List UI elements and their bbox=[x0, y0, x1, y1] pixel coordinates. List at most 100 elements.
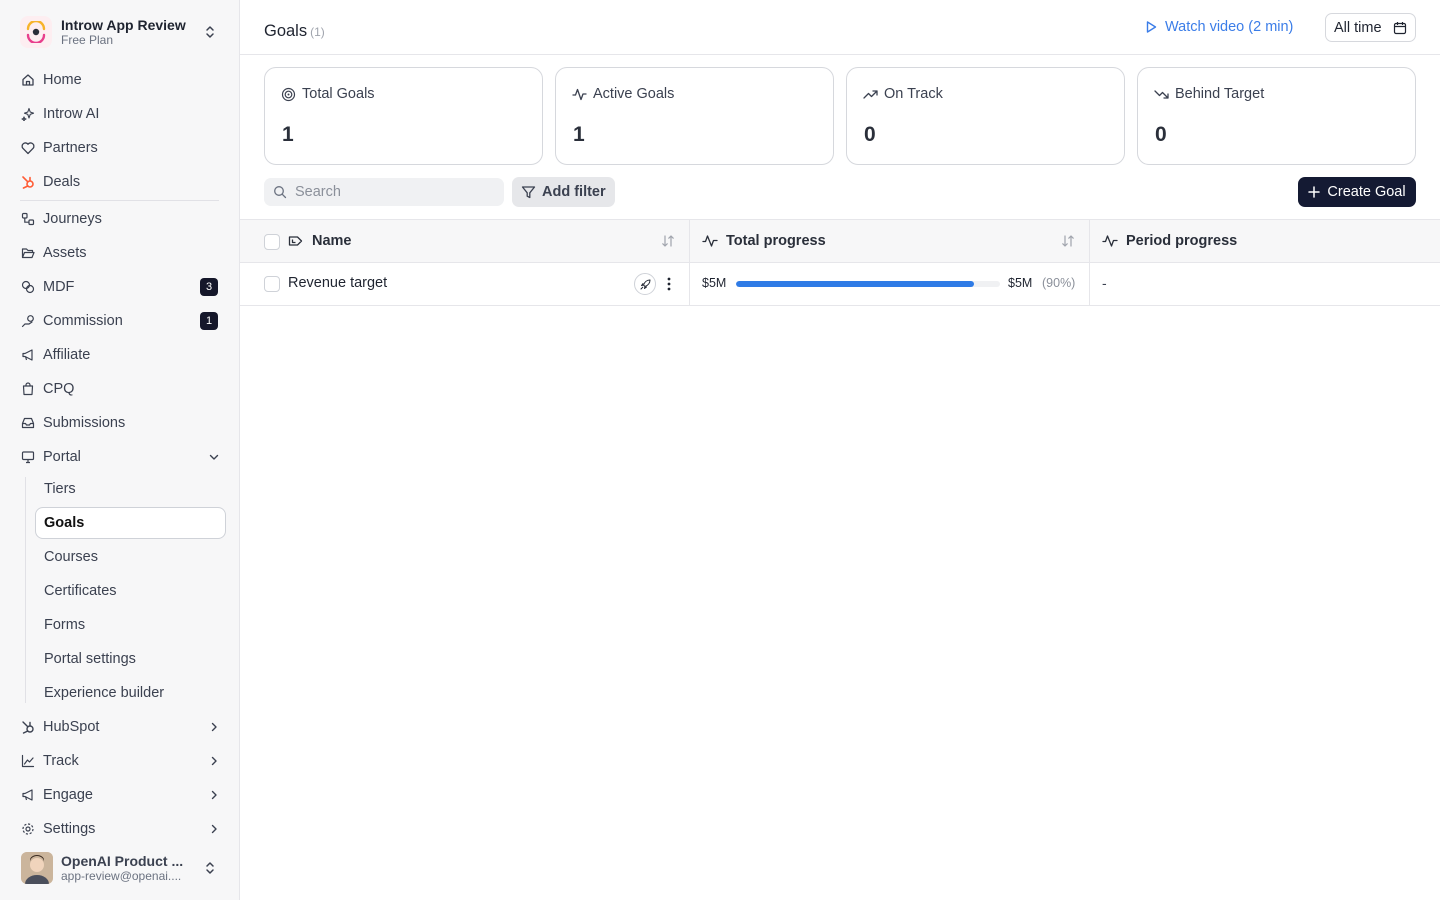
stat-card-on-track: On Track 0 bbox=[846, 67, 1125, 165]
column-separator bbox=[1089, 220, 1090, 264]
target-icon bbox=[281, 87, 296, 102]
sidebar-subitem-certificates[interactable]: Certificates bbox=[35, 575, 226, 607]
stat-label: On Track bbox=[884, 86, 943, 102]
sidebar-item-portal[interactable]: Portal bbox=[12, 442, 228, 472]
sidebar-item-deals[interactable]: Deals bbox=[12, 167, 228, 197]
sidebar-divider bbox=[20, 200, 219, 201]
stat-label: Active Goals bbox=[593, 86, 675, 102]
chevrons-up-down-icon bbox=[198, 20, 222, 44]
submenu-guide-line bbox=[25, 477, 26, 703]
goals-count: (1) bbox=[310, 25, 325, 39]
sidebar-item-introw-ai[interactable]: Introw AI bbox=[12, 99, 228, 129]
date-range-button[interactable]: All time bbox=[1325, 13, 1416, 42]
stat-card-behind-target: Behind Target 0 bbox=[1137, 67, 1416, 165]
page-title-text: Goals bbox=[264, 22, 308, 40]
workspace-switcher[interactable]: Introw App Review Free Plan bbox=[12, 9, 228, 55]
sidebar-item-partners[interactable]: Partners bbox=[12, 133, 228, 163]
stat-value: 0 bbox=[1155, 123, 1167, 146]
create-goal-button[interactable]: Create Goal bbox=[1298, 177, 1416, 207]
rocket-icon[interactable] bbox=[634, 273, 656, 295]
sparkles-icon bbox=[20, 106, 36, 122]
progress-target-value: $5M bbox=[1008, 276, 1033, 290]
avatar bbox=[21, 852, 53, 884]
sidebar-item-commission[interactable]: Commission 1 bbox=[12, 306, 228, 336]
search-icon bbox=[273, 185, 287, 199]
chevrons-up-down-icon bbox=[198, 856, 222, 880]
sidebar-item-label: MDF bbox=[43, 279, 75, 295]
chevron-right-icon bbox=[206, 787, 222, 803]
sidebar-item-engage[interactable]: Engage bbox=[12, 780, 228, 810]
workflow-icon bbox=[20, 211, 36, 227]
activity-icon bbox=[572, 87, 587, 102]
create-goal-label: Create Goal bbox=[1327, 184, 1406, 200]
handshake-heart-icon bbox=[20, 140, 36, 156]
hand-coins-icon bbox=[20, 313, 36, 329]
column-separator bbox=[689, 263, 690, 306]
sort-icon[interactable] bbox=[1061, 234, 1075, 248]
column-separator bbox=[1089, 263, 1090, 306]
sidebar-subitem-forms[interactable]: Forms bbox=[35, 609, 226, 641]
sidebar-item-hubspot[interactable]: HubSpot bbox=[12, 712, 228, 742]
select-all-checkbox[interactable] bbox=[264, 234, 280, 250]
sidebar-subitem-experience-builder[interactable]: Experience builder bbox=[35, 677, 226, 709]
row-checkbox[interactable] bbox=[264, 276, 280, 292]
chevron-down-icon bbox=[206, 449, 222, 465]
more-vertical-icon[interactable] bbox=[664, 275, 674, 293]
sidebar-item-home[interactable]: Home bbox=[12, 65, 228, 95]
sidebar-item-label: Engage bbox=[43, 787, 93, 803]
activity-icon bbox=[702, 234, 718, 248]
commission-count-badge: 1 bbox=[200, 312, 218, 330]
chevron-right-icon bbox=[206, 821, 222, 837]
chevron-right-icon bbox=[206, 719, 222, 735]
coins-icon bbox=[20, 279, 36, 295]
sidebar-item-label: Assets bbox=[43, 245, 87, 261]
table-row[interactable]: Revenue target $5M $5M (90%) - bbox=[240, 263, 1440, 306]
sidebar-subitem-portal-settings[interactable]: Portal settings bbox=[35, 643, 226, 675]
sort-icon[interactable] bbox=[661, 234, 675, 248]
goal-name[interactable]: Revenue target bbox=[288, 275, 387, 291]
inbox-icon bbox=[20, 415, 36, 431]
sidebar-item-submissions[interactable]: Submissions bbox=[12, 408, 228, 438]
sidebar-item-label: HubSpot bbox=[43, 719, 100, 735]
sidebar-item-journeys[interactable]: Journeys bbox=[12, 204, 228, 234]
sidebar-item-track[interactable]: Track bbox=[12, 746, 228, 776]
sidebar-subitem-courses[interactable]: Courses bbox=[35, 541, 226, 573]
add-filter-label: Add filter bbox=[542, 184, 606, 200]
column-separator bbox=[689, 220, 690, 264]
monitor-icon bbox=[20, 449, 36, 465]
chevron-right-icon bbox=[206, 753, 222, 769]
folder-open-icon bbox=[20, 245, 36, 261]
sidebar-item-assets[interactable]: Assets bbox=[12, 238, 228, 268]
progress-start-value: $5M bbox=[702, 276, 727, 290]
user-menu[interactable]: OpenAI Product ... app-review@openai.... bbox=[12, 850, 228, 886]
hubspot-icon bbox=[20, 174, 36, 190]
column-header-label: Period progress bbox=[1126, 233, 1238, 249]
period-progress-value: - bbox=[1102, 275, 1107, 291]
home-icon bbox=[20, 72, 36, 88]
user-email: app-review@openai.... bbox=[61, 868, 182, 883]
sidebar-item-label: Commission bbox=[43, 313, 123, 329]
sidebar-item-label: Track bbox=[43, 753, 79, 769]
shopping-bag-icon bbox=[20, 381, 36, 397]
sidebar-subitem-tiers[interactable]: Tiers bbox=[35, 473, 226, 505]
stat-label: Behind Target bbox=[1175, 86, 1265, 102]
sidebar-subitem-goals[interactable]: Goals bbox=[35, 507, 226, 539]
sidebar-item-mdf[interactable]: MDF 3 bbox=[12, 272, 228, 302]
add-filter-button[interactable]: Add filter bbox=[512, 177, 615, 207]
watch-video-link[interactable]: Watch video (2 min) bbox=[1144, 17, 1293, 37]
trending-down-icon bbox=[1154, 87, 1169, 102]
filter-icon bbox=[521, 185, 536, 200]
progress-bar-fill bbox=[736, 281, 974, 287]
column-header-period-progress[interactable]: Period progress bbox=[1102, 233, 1237, 249]
column-header-total-progress[interactable]: Total progress bbox=[702, 233, 826, 249]
trending-up-icon bbox=[863, 87, 878, 102]
user-name: OpenAI Product ... bbox=[61, 852, 184, 869]
megaphone-icon bbox=[20, 787, 36, 803]
sidebar-item-cpq[interactable]: CPQ bbox=[12, 374, 228, 404]
stat-value: 1 bbox=[282, 123, 294, 146]
search-input[interactable] bbox=[295, 184, 485, 200]
sidebar-item-label: Introw AI bbox=[43, 106, 100, 122]
sidebar-item-settings[interactable]: Settings bbox=[12, 814, 228, 844]
column-header-name[interactable]: Name bbox=[288, 233, 352, 249]
sidebar-item-affiliate[interactable]: Affiliate bbox=[12, 340, 228, 370]
